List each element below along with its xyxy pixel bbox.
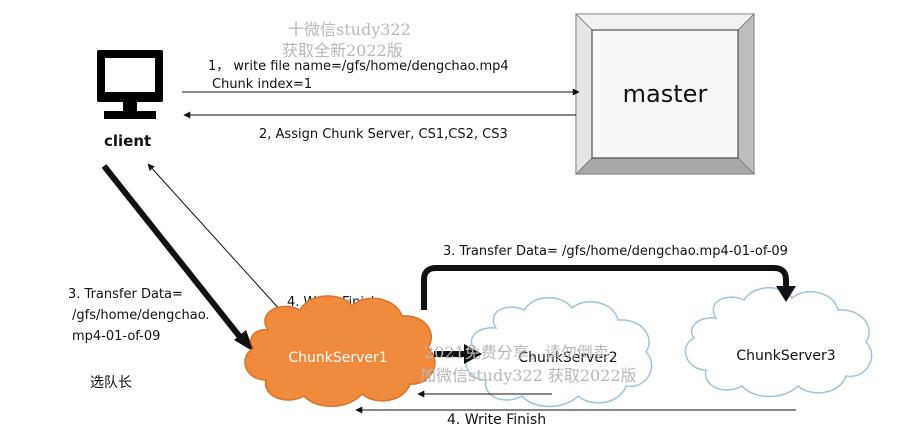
- step2-label: 2, Assign Chunk Server, CS1,CS2, CS3: [259, 127, 508, 142]
- chunkserver3-label: ChunkServer3: [736, 348, 835, 364]
- gfs-write-flow-diagram: 十微信study322 获取全新2022版 client master 1， w…: [0, 0, 906, 427]
- chunkserver1-label: ChunkServer1: [288, 350, 387, 366]
- client-label: client: [104, 132, 151, 150]
- step1-label-line2: Chunk index=1: [212, 77, 312, 92]
- watermark-top-line2: 获取全新2022版: [282, 41, 403, 60]
- watermark-top-line1: 十微信study322: [288, 20, 411, 39]
- master-label: master: [623, 80, 708, 108]
- chunkserver3-cloud: [684, 287, 873, 398]
- step3-client-label-line2: /gfs/home/dengchao.: [72, 308, 210, 323]
- step1-label-line1: 1， write file name=/gfs/home/dengchao.mp…: [208, 59, 509, 74]
- watermark-mid-line1: 2021免费分享，请勿倒卖: [424, 343, 609, 362]
- watermark-mid-line2: 加微信study322 获取2022版: [420, 366, 637, 385]
- monitor-icon: [97, 50, 163, 119]
- step3-chain-label: 3. Transfer Data= /gfs/home/dengchao.mp4…: [443, 244, 788, 259]
- step3-client-label-line1: 3. Transfer Data=: [68, 287, 183, 302]
- diagram-canvas: 十微信study322 获取全新2022版 client master 1， w…: [68, 13, 873, 427]
- step3-client-label-line3: mp4-01-of-09: [72, 329, 160, 344]
- step4-chain-label: 4. Write Finish: [447, 412, 546, 427]
- leader-note: 选队长: [90, 375, 132, 391]
